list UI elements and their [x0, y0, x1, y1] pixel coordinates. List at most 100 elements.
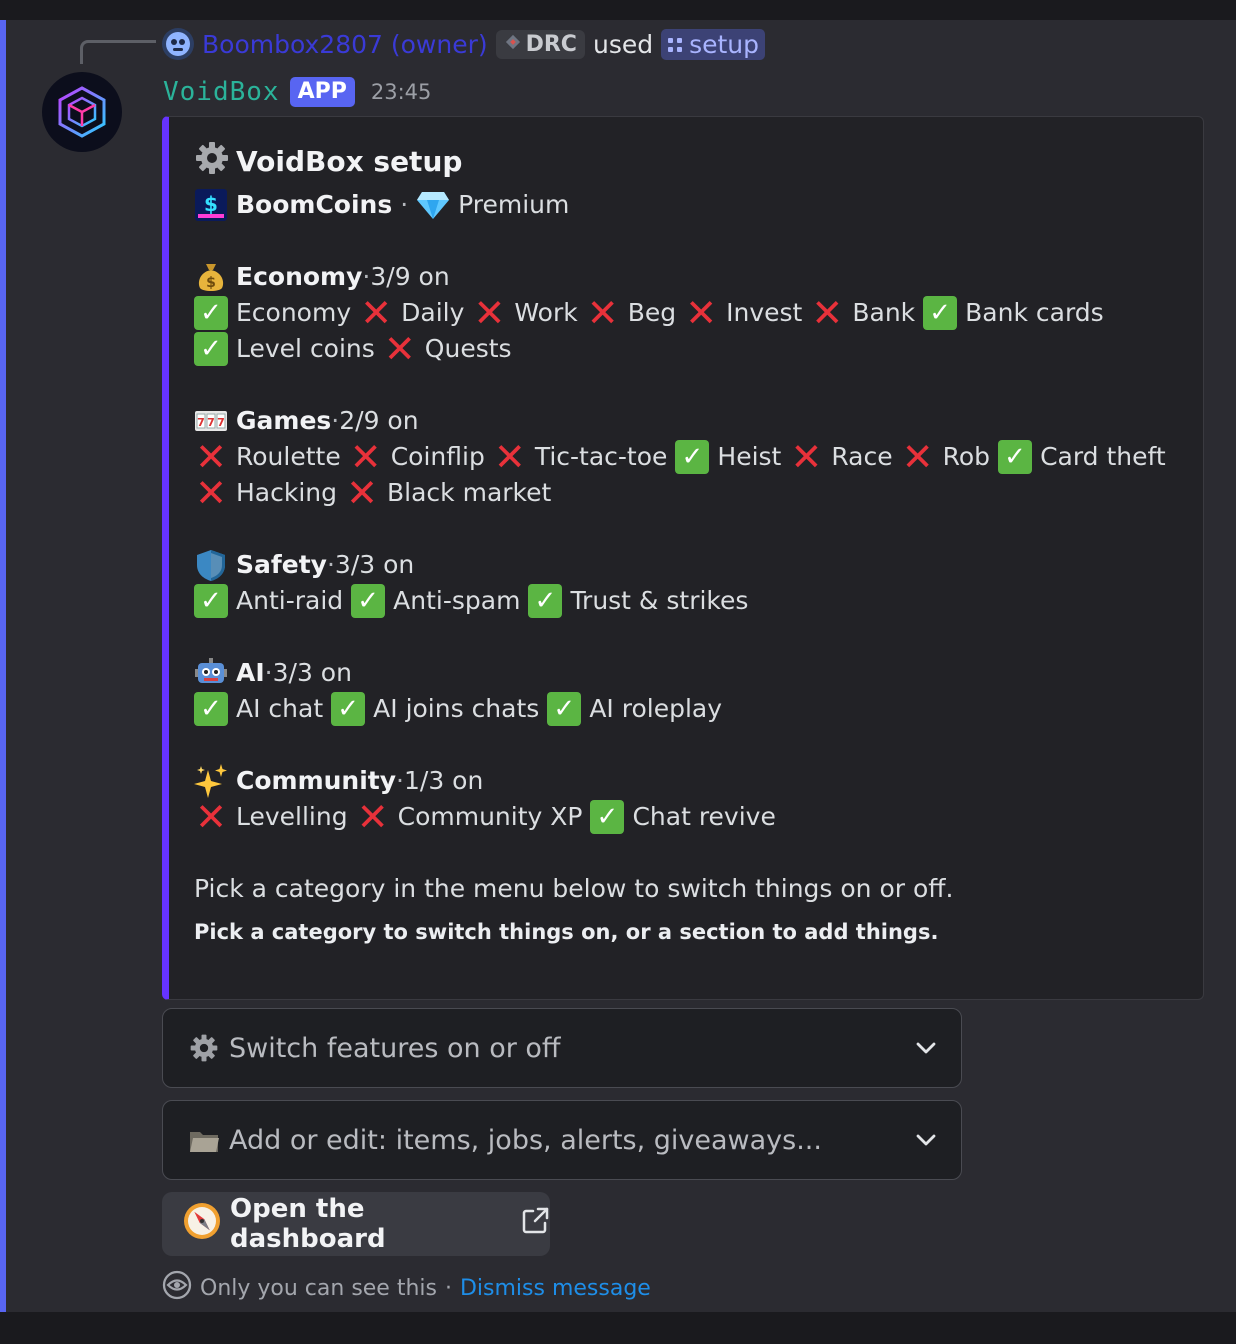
feature-item: ✓ Anti-spam [351, 583, 520, 619]
app-badge: APP [289, 77, 355, 107]
command-mention[interactable]: setup [661, 28, 766, 60]
section-status: 3/3 on [334, 550, 415, 579]
feature-label: Bank [852, 298, 916, 327]
cross-mark-icon: ✕ [356, 795, 389, 839]
feature-label: Coinflip [390, 442, 485, 471]
section-items: ✓ Anti-raid ✓ Anti-spam ✓ Trust & strikes [194, 583, 1183, 619]
feature-label: AI joins chats [373, 694, 540, 723]
feature-label: Anti-spam [393, 586, 521, 615]
feature-item: ✕ Daily [359, 291, 464, 335]
section-name: Community [236, 766, 397, 795]
feature-label: AI chat [236, 694, 324, 723]
embed-footer: Pick a category to switch things on, or … [194, 920, 939, 944]
check-mark-icon: ✓ [194, 296, 228, 330]
svg-text:7: 7 [217, 416, 225, 429]
feature-label: Heist [717, 442, 782, 471]
feature-item: ✕ Rob [901, 435, 990, 479]
add-edit-select-placeholder: Add or edit: items, jobs, alerts, giveaw… [229, 1124, 822, 1156]
cross-mark-icon: ✕ [195, 795, 227, 839]
cross-mark-icon: ✕ [360, 291, 393, 335]
separator-dot: · [264, 658, 273, 687]
feature-item: ✓ AI roleplay [547, 691, 722, 727]
section-name: Economy [236, 262, 363, 291]
slot-machine-icon: 777 [194, 404, 228, 438]
robot-icon [194, 656, 228, 690]
reply-avatar[interactable] [162, 28, 194, 60]
feature-item: ✕ Hacking [194, 471, 337, 515]
instruction-text: Pick a category in the menu below to swi… [194, 874, 954, 903]
feature-item: ✕ Work [472, 294, 577, 332]
check-mark-icon: ✓ [194, 692, 228, 726]
feature-label: AI roleplay [589, 694, 723, 723]
chevron-down-icon [916, 1042, 936, 1054]
separator-dot: · [331, 406, 340, 435]
feature-label: Trust & strikes [570, 586, 749, 615]
feature-item: ✕ Invest [684, 294, 803, 332]
currency-name: BoomCoins [236, 190, 393, 219]
section-status: 2/9 on [339, 406, 419, 435]
section-status: 3/9 on [370, 262, 450, 291]
gear-icon [194, 140, 230, 183]
feature-item: ✓ Chat revive [590, 799, 776, 835]
reply-action: used [592, 29, 654, 59]
cross-mark-icon: ✕ [901, 435, 934, 479]
check-mark-icon: ✓ [547, 692, 582, 726]
check-mark-icon: ✓ [923, 296, 958, 330]
section-name: Safety [236, 550, 327, 579]
feature-label: Chat revive [632, 802, 776, 831]
section-status: 3/3 on [272, 658, 352, 687]
external-link-icon [520, 1206, 550, 1243]
boomcoins-icon: $ [194, 188, 228, 222]
setup-embed: VoidBox setup $ BoomCoins · Premium $ Eco… [162, 116, 1204, 1000]
folder-icon [187, 1123, 221, 1157]
embed-title: VoidBox setup [194, 135, 1183, 187]
separator-dot: · [362, 262, 371, 291]
compass-icon [182, 1201, 222, 1248]
message-timestamp[interactable]: 23:45 [371, 80, 432, 104]
cube-logo-icon [58, 86, 106, 138]
feature-item: ✓ AI chat [194, 691, 323, 727]
bot-username[interactable]: VoidBox [163, 77, 280, 107]
feature-item: ✕ Bank [810, 291, 916, 335]
shield-icon [194, 548, 228, 582]
chevron-down-icon [916, 1134, 936, 1146]
svg-text:$: $ [206, 275, 216, 291]
check-mark-icon: ✓ [331, 692, 366, 726]
section-items: ✓ AI chat ✓ AI joins chats ✓ AI roleplay [194, 691, 1183, 727]
features-select-menu[interactable]: Switch features on or off [162, 1008, 962, 1088]
cross-mark-icon: ✕ [383, 327, 416, 371]
server-tag[interactable]: DRC [495, 29, 585, 59]
feature-item: ✕ Quests [383, 327, 512, 371]
separator-dot: · [444, 1275, 452, 1301]
reply-context[interactable]: Boombox2807 (owner) DRC used setup [162, 26, 766, 62]
feature-item: ✕ Roulette [194, 438, 341, 476]
section-status: 1/3 on [404, 766, 484, 795]
feature-item: ✓ Heist [675, 439, 781, 475]
feature-label: Invest [726, 298, 803, 327]
feature-item: ✕ Tic-tac-toe [493, 438, 668, 476]
cross-mark-icon: ✕ [586, 291, 619, 335]
reply-username[interactable]: Boombox2807 (owner) [202, 30, 488, 59]
section-items: ✕ Roulette ✕ Coinflip ✕ Tic-tac-toe ✓ Heist ✕ Rac… [194, 435, 1183, 515]
bot-avatar[interactable] [42, 72, 122, 152]
dismiss-message-link[interactable]: Dismiss message [460, 1276, 651, 1301]
check-mark-icon: ✓ [528, 584, 563, 618]
feature-label: Black market [387, 478, 552, 507]
separator-dot: · [396, 766, 404, 795]
feature-label: Economy [236, 298, 352, 327]
reply-spine [80, 40, 156, 64]
check-mark-icon: ✓ [675, 440, 710, 474]
eye-icon [162, 1270, 192, 1306]
add-edit-select-menu[interactable]: Add or edit: items, jobs, alerts, giveaw… [162, 1100, 962, 1180]
currency-line: $ BoomCoins · Premium [194, 187, 1183, 223]
cross-mark-icon: ✕ [811, 291, 844, 335]
feature-label: Card theft [1040, 442, 1166, 471]
open-dashboard-button[interactable]: Open the dashboard [162, 1192, 550, 1256]
cross-mark-icon: ✕ [195, 471, 227, 515]
ephemeral-highlight-bar [0, 20, 6, 1312]
message-header: VoidBox APP 23:45 [163, 74, 431, 110]
